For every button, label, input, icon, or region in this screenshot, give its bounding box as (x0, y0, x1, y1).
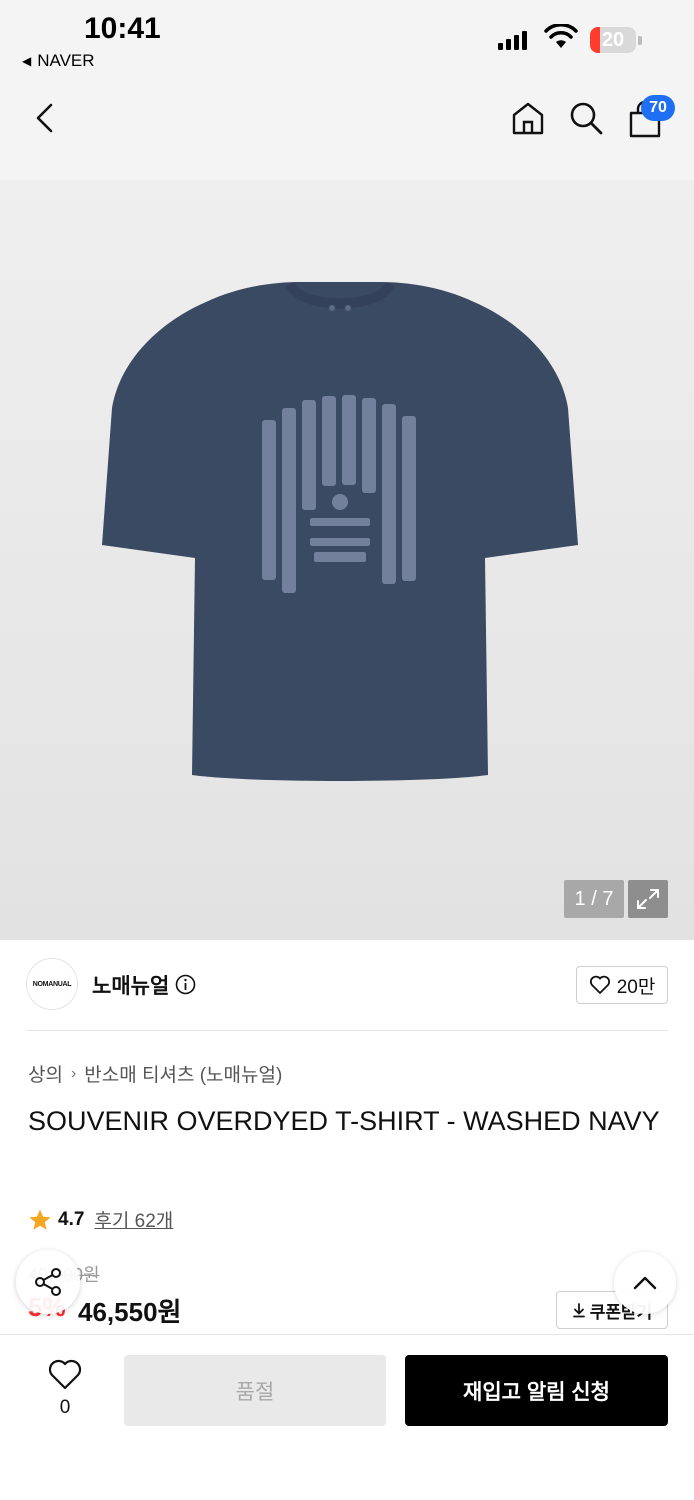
chevron-right-icon: › (70, 1064, 77, 1082)
download-icon (572, 1303, 585, 1318)
back-arrow-icon[interactable] (28, 100, 64, 136)
heart-icon (589, 975, 610, 994)
status-time: 10:41 (84, 12, 161, 45)
top-nav (0, 80, 694, 180)
breadcrumb-subcategory[interactable]: 반소매 티셔츠 (노매뉴얼) (84, 1060, 282, 1087)
cellular-signal-icon (498, 30, 527, 50)
breadcrumb-category[interactable]: 상의 (28, 1060, 63, 1087)
star-icon (29, 1209, 51, 1230)
rating-score: 4.7 (58, 1208, 85, 1230)
battery-cap (638, 36, 642, 45)
brand-logo[interactable]: NOMANUAL (26, 958, 78, 1010)
brand-name[interactable]: 노매뉴얼 (92, 970, 169, 1000)
back-triangle-icon: ◀ (22, 54, 32, 68)
product-image (102, 281, 578, 781)
share-icon (35, 1268, 61, 1296)
search-icon[interactable] (568, 100, 604, 136)
chevron-up-icon (633, 1276, 657, 1290)
image-counter: 1 / 7 (564, 880, 624, 918)
battery-icon: 20 (590, 27, 636, 53)
rating-row: 4.7 후기 62개 (28, 1206, 173, 1233)
brand-like-count: 20만 (616, 976, 656, 998)
cart-count-badge: 70 (641, 95, 675, 121)
share-button[interactable] (16, 1250, 80, 1314)
wishlist-count: 0 (59, 1397, 71, 1418)
scroll-to-top-button[interactable] (614, 1252, 676, 1314)
soldout-button: 품절 (124, 1355, 386, 1426)
info-icon[interactable] (175, 974, 196, 995)
product-title: SOUVENIR OVERDYED T-SHIRT - WASHED NAVY (28, 1106, 660, 1136)
status-bar: 10:41 ◀ NAVER 20 (0, 0, 694, 80)
battery-level: 20 (601, 29, 625, 51)
brand-like-button[interactable]: 20만 (576, 966, 668, 1004)
back-app-label: NAVER (37, 51, 95, 70)
heart-icon (48, 1359, 82, 1390)
wishlist-button[interactable]: 0 (40, 1355, 90, 1425)
bottom-action-bar: 0 품절 재입고 알림 신청 (0, 1334, 694, 1500)
product-image-gallery[interactable] (0, 180, 694, 940)
expand-icon[interactable] (628, 880, 668, 918)
sale-price: 46,550원 (78, 1297, 182, 1327)
divider (26, 1030, 668, 1031)
breadcrumb: 상의 › 반소매 티셔츠 (노매뉴얼) (28, 1060, 282, 1087)
review-count-link[interactable]: 후기 62개 (94, 1206, 173, 1233)
wifi-icon (544, 24, 578, 48)
back-to-app-link[interactable]: ◀ NAVER (22, 51, 95, 71)
home-icon[interactable] (510, 100, 546, 136)
restock-alert-button[interactable]: 재입고 알림 신청 (405, 1355, 668, 1426)
